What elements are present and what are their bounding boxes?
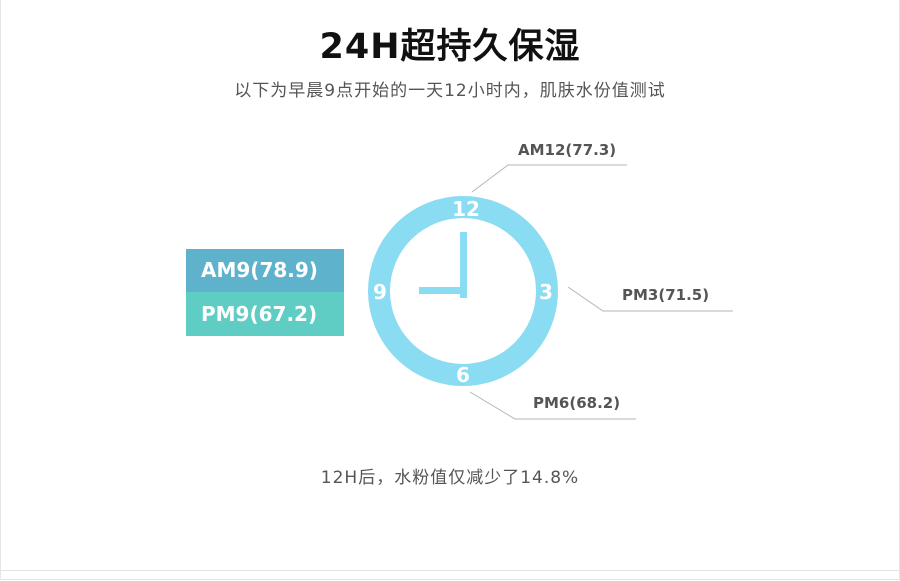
leader-line-am12 — [471, 164, 627, 193]
callout-am12: AM12(77.3) — [518, 141, 617, 159]
clock-number-3: 3 — [539, 280, 553, 304]
callout-pm6: PM6(68.2) — [533, 394, 621, 412]
clock-diagram: 12 3 6 9 — [368, 164, 733, 420]
callout-pm3: PM3(71.5) — [622, 286, 710, 304]
footer-note: 12H后，水粉值仅减少了14.8% — [320, 468, 580, 488]
clock-number-12: 12 — [452, 197, 480, 221]
clock-hour-hand — [419, 287, 467, 294]
clock-number-9: 9 — [373, 280, 387, 304]
clock-number-6: 6 — [456, 363, 470, 387]
